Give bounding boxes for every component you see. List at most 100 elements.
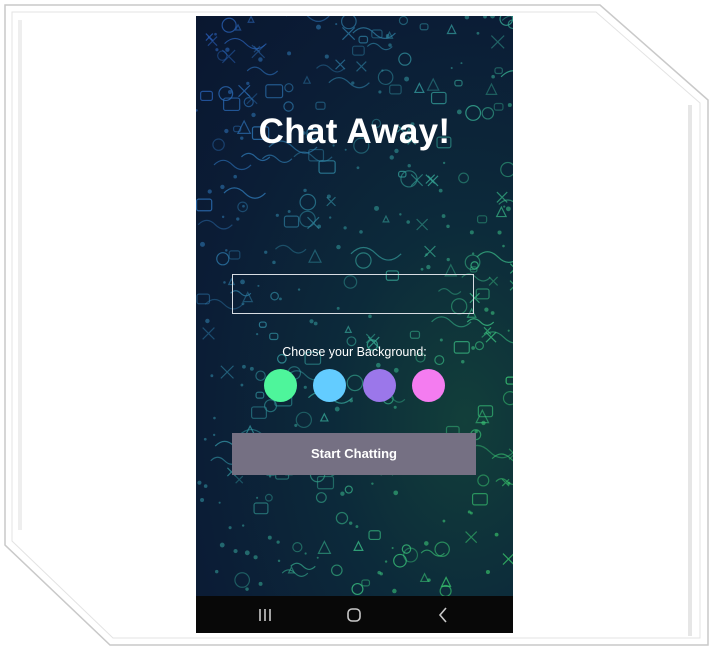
doodle-shape xyxy=(284,83,294,93)
doodle-dot xyxy=(471,252,475,255)
doodle-shape xyxy=(458,172,470,184)
doodle-dot xyxy=(460,62,463,65)
color-swatch-green[interactable] xyxy=(264,369,297,402)
doodle-dot xyxy=(438,188,443,193)
doodle-shape xyxy=(485,82,498,95)
home-icon[interactable] xyxy=(339,604,369,626)
doodle-dot xyxy=(340,491,345,496)
doodle-shape xyxy=(344,325,353,334)
doodle-shape xyxy=(351,582,364,596)
doodle-shape xyxy=(328,77,370,89)
doodle-shape xyxy=(295,411,313,429)
doodle-shape xyxy=(315,101,326,110)
phone-screen: Chat Away! Choose your Background: Start… xyxy=(196,16,513,633)
doodle-shape xyxy=(197,219,233,230)
color-swatch-pink[interactable] xyxy=(412,369,445,402)
doodle-shape xyxy=(356,61,367,72)
doodle-dot xyxy=(214,569,219,574)
doodle-shape xyxy=(496,191,508,203)
doodle-dot xyxy=(258,57,263,62)
doodle-dot xyxy=(236,217,240,221)
doodle-shape xyxy=(346,374,364,392)
doodle-shape xyxy=(488,276,499,286)
doodle-shape xyxy=(315,492,327,503)
doodle-dot xyxy=(214,32,217,36)
doodle-dot xyxy=(392,588,397,594)
start-chatting-button[interactable]: Start Chatting xyxy=(232,433,476,475)
doodle-shape xyxy=(319,412,329,422)
doodle-dot xyxy=(253,555,258,560)
doodle-shape xyxy=(253,502,269,515)
color-swatch-purple[interactable] xyxy=(363,369,396,402)
recent-apps-icon[interactable] xyxy=(250,604,280,626)
doodle-dot xyxy=(304,552,307,555)
doodle-shape xyxy=(371,29,383,39)
doodle-shape xyxy=(420,549,445,557)
doodle-dot xyxy=(335,23,338,26)
color-swatch-light-blue[interactable] xyxy=(313,369,346,402)
doodle-dot xyxy=(225,47,230,52)
doodle-dot xyxy=(351,81,355,85)
doodle-dot xyxy=(245,587,249,591)
doodle-dot xyxy=(242,204,245,208)
doodle-shape xyxy=(302,75,312,84)
doodle-shape xyxy=(269,332,279,341)
doodle-shape xyxy=(255,391,265,399)
doodle-dot xyxy=(348,521,353,525)
doodle-shape xyxy=(361,579,371,587)
doodle-dot xyxy=(313,321,318,326)
doodle-shape xyxy=(439,584,452,596)
doodle-shape xyxy=(251,406,267,419)
doodle-dot xyxy=(502,244,505,248)
doodle-shape xyxy=(465,531,478,544)
doodle-shape xyxy=(398,16,409,26)
doodle-shape xyxy=(246,93,258,105)
doodle-shape xyxy=(398,52,412,66)
doodle-shape xyxy=(292,542,303,553)
doodle-dot xyxy=(213,416,216,420)
doodle-dot xyxy=(407,164,411,168)
doodle-shape xyxy=(353,540,364,551)
doodle-dot xyxy=(406,220,410,224)
doodle-shape xyxy=(207,36,218,47)
doodle-dot xyxy=(497,230,502,235)
doodle-shape xyxy=(400,170,418,188)
doodle-shape xyxy=(426,77,440,91)
doodle-shape xyxy=(275,244,307,254)
doodle-dot xyxy=(326,194,331,199)
doodle-dot xyxy=(427,578,431,582)
doodle-dot xyxy=(287,51,292,56)
doodle-shape xyxy=(318,160,336,174)
doodle-dot xyxy=(426,264,431,270)
doodle-shape xyxy=(425,174,436,184)
doodle-dot xyxy=(275,213,279,217)
doodle-dot xyxy=(442,519,446,523)
doodle-dot xyxy=(368,314,372,319)
doodle-dot xyxy=(221,215,225,219)
doodle-dot xyxy=(349,398,353,403)
doodle-shape xyxy=(216,252,230,266)
doodle-shape xyxy=(342,27,356,41)
doodle-dot xyxy=(334,406,340,412)
doodle-dot xyxy=(242,364,246,369)
doodle-shape xyxy=(247,16,255,23)
doodle-dot xyxy=(317,224,322,229)
doodle-dot xyxy=(212,433,216,437)
doodle-dot xyxy=(233,549,238,554)
back-icon[interactable] xyxy=(428,604,458,626)
doodle-shape xyxy=(409,330,421,339)
doodle-shape xyxy=(235,475,244,484)
doodle-shape xyxy=(495,205,508,218)
doodle-dot xyxy=(461,360,465,364)
doodle-shape xyxy=(283,101,294,112)
doodle-dot xyxy=(507,102,512,108)
doodle-dot xyxy=(359,230,363,234)
android-navigation-bar xyxy=(196,596,513,633)
doodle-shape xyxy=(502,553,513,565)
doodle-dot xyxy=(484,307,489,312)
doodle-shape xyxy=(509,280,513,291)
doodle-dot xyxy=(494,532,499,537)
name-input[interactable] xyxy=(232,274,474,314)
doodle-dot xyxy=(240,383,244,387)
doodle-dot xyxy=(233,174,237,179)
